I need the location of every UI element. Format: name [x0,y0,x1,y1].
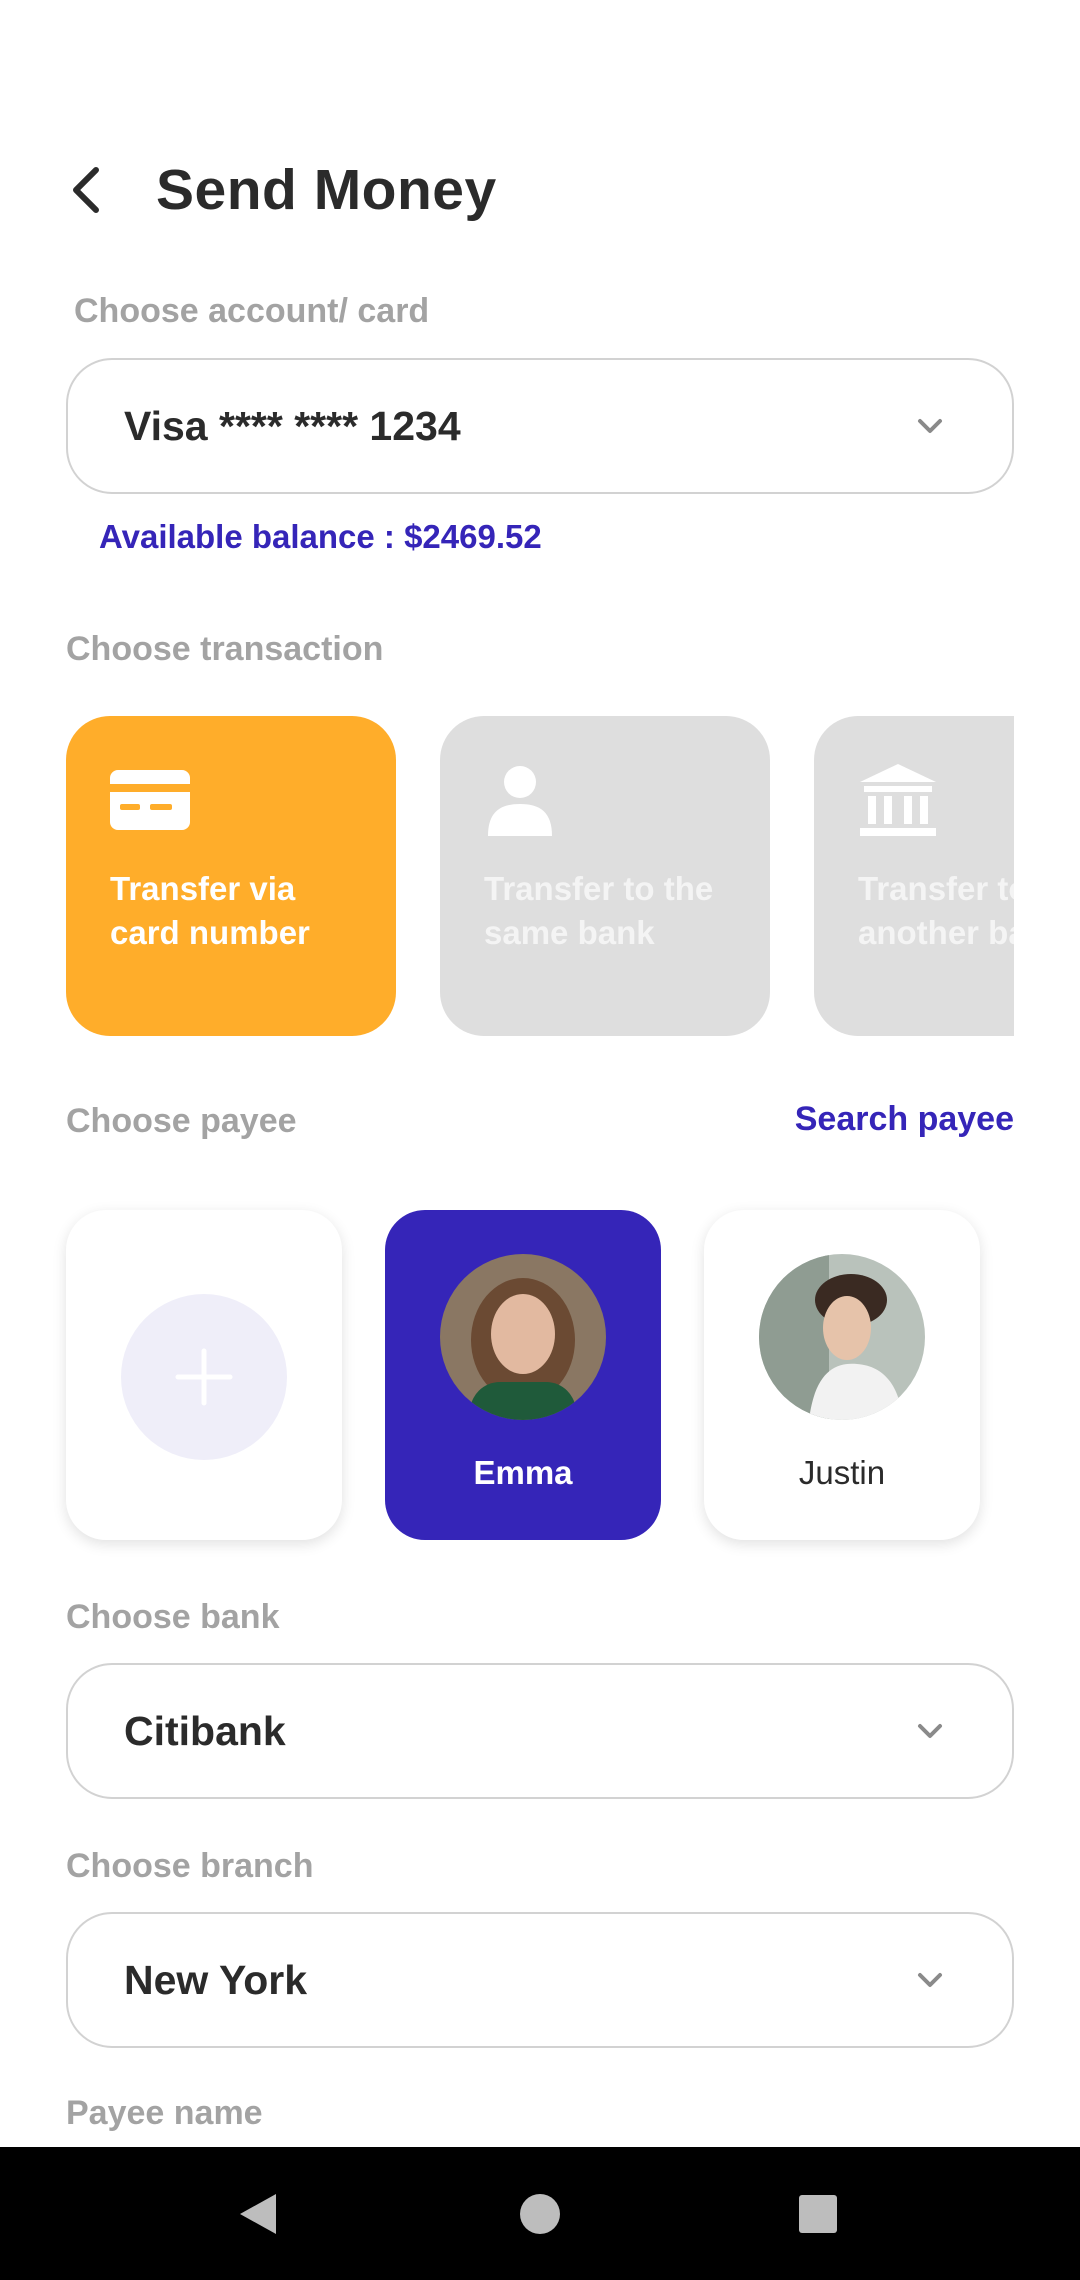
branch-label: Choose branch [66,1847,314,1885]
payee-card-emma[interactable]: Emma [385,1210,661,1540]
transaction-option-same-bank[interactable]: Transfer to the same bank [440,716,770,1036]
transaction-option-another-bank[interactable]: Transfer to another bank [814,716,1014,1036]
transaction-option-card-number[interactable]: Transfer via card number [66,716,396,1036]
nav-recents-icon[interactable] [798,2194,838,2234]
transaction-label: Choose transaction [66,630,384,668]
chevron-left-icon [73,167,99,213]
account-value: Visa **** **** 1234 [124,402,461,449]
branch-select[interactable]: New York [66,1912,1014,2048]
transaction-option-label: Transfer via card number [110,870,310,951]
plus-icon [175,1348,233,1406]
back-button[interactable] [62,166,110,214]
transaction-option-label: Transfer to another bank [858,870,1014,951]
system-navigation-bar [0,2147,1080,2280]
search-payee-link[interactable]: Search payee [795,1100,1014,1139]
bank-icon [860,764,936,836]
payee-name-label: Payee name [66,2094,263,2132]
account-select[interactable]: Visa **** **** 1234 [66,358,1014,494]
nav-home-icon[interactable] [518,2192,562,2236]
payee-name: Emma [473,1454,573,1491]
branch-value: New York [124,1956,308,2003]
account-label: Choose account/ card [74,292,430,330]
add-payee-button[interactable] [66,1210,342,1540]
transaction-options: Transfer via card number Transfer to the… [66,716,1014,1036]
chevron-down-icon [918,1973,942,1987]
page-title: Send Money [156,158,497,222]
header: Send Money [62,150,497,230]
nav-back-icon[interactable] [236,2190,280,2238]
payee-name: Justin [798,1454,886,1491]
payee-label: Choose payee [66,1102,297,1140]
avatar [759,1254,925,1420]
avatar [440,1254,606,1420]
chevron-down-icon [918,419,942,433]
credit-card-icon [110,770,190,830]
bank-label: Choose bank [66,1598,280,1636]
payee-list: Emma Justin [0,1210,1080,1550]
transaction-option-label: Transfer to the same bank [484,870,714,951]
add-payee-circle [121,1294,287,1460]
bank-select[interactable]: Citibank [66,1663,1014,1799]
bank-value: Citibank [124,1707,286,1754]
chevron-down-icon [918,1724,942,1738]
payee-card-justin[interactable]: Justin [704,1210,980,1540]
available-balance: Available balance : $2469.52 [99,518,542,555]
person-icon [488,766,552,836]
